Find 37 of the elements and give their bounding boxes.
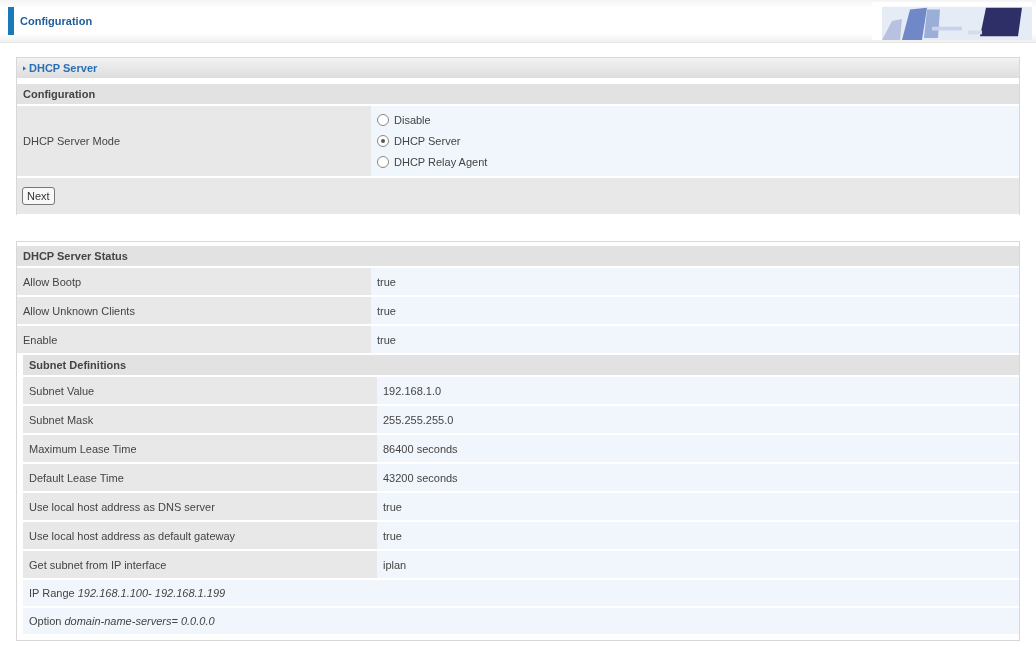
table-cell-text: Subnet Mask	[28, 412, 95, 428]
radio-button[interactable]	[377, 114, 389, 126]
triangle-icon	[23, 65, 26, 71]
table-cell-text: Use local host address as DNS server	[28, 499, 216, 515]
table-cell: true	[371, 297, 1019, 324]
radio-option[interactable]: DHCP Server	[377, 132, 461, 150]
table-cell-text: Allow Bootp	[22, 274, 83, 290]
radio-button[interactable]	[377, 156, 389, 168]
table-cell-text: Enable	[22, 332, 59, 348]
section-title: DHCP Server	[29, 62, 98, 74]
table-cell-text: Get subnet from IP interface	[28, 557, 168, 573]
table-cell-text: Maximum Lease Time	[28, 441, 138, 457]
table-cell: true	[371, 268, 1019, 295]
table-cell-text: Subnet Value	[28, 383, 96, 399]
table-cell: 255.255.255.0	[377, 406, 1019, 433]
table-header: DHCP Server Status	[17, 246, 1019, 266]
next-button[interactable]: Next	[22, 187, 55, 205]
table-cell: true	[371, 326, 1019, 353]
table-cell-text: Default Lease Time	[28, 470, 125, 486]
table-cell: 43200 seconds	[377, 464, 1019, 491]
table-cell-text: Use local host address as default gateway	[28, 528, 237, 544]
table-cell: 192.168.1.0	[377, 377, 1019, 404]
radio-option[interactable]: Disable	[377, 111, 431, 129]
table-cell-text: DHCP Server Mode	[22, 134, 121, 149]
table-cell: IP Range 192.168.1.100- 192.168.1.199	[23, 580, 1019, 606]
table-cell: true	[377, 522, 1019, 549]
table-cell-text: Allow Unknown Clients	[22, 303, 136, 319]
page-title: Configuration	[20, 15, 93, 27]
radio-option[interactable]: DHCP Relay Agent	[377, 153, 488, 171]
table-header: Configuration	[17, 84, 1019, 104]
table-cell: iplan	[377, 551, 1019, 578]
radio-button[interactable]	[377, 135, 389, 147]
table-header: Subnet Definitions	[23, 355, 1019, 375]
table-cell: true	[377, 493, 1019, 520]
table-cell: 86400 seconds	[377, 435, 1019, 462]
accent-bar	[8, 7, 14, 35]
table-cell: Option domain-name-servers= 0.0.0.0	[23, 608, 1019, 634]
